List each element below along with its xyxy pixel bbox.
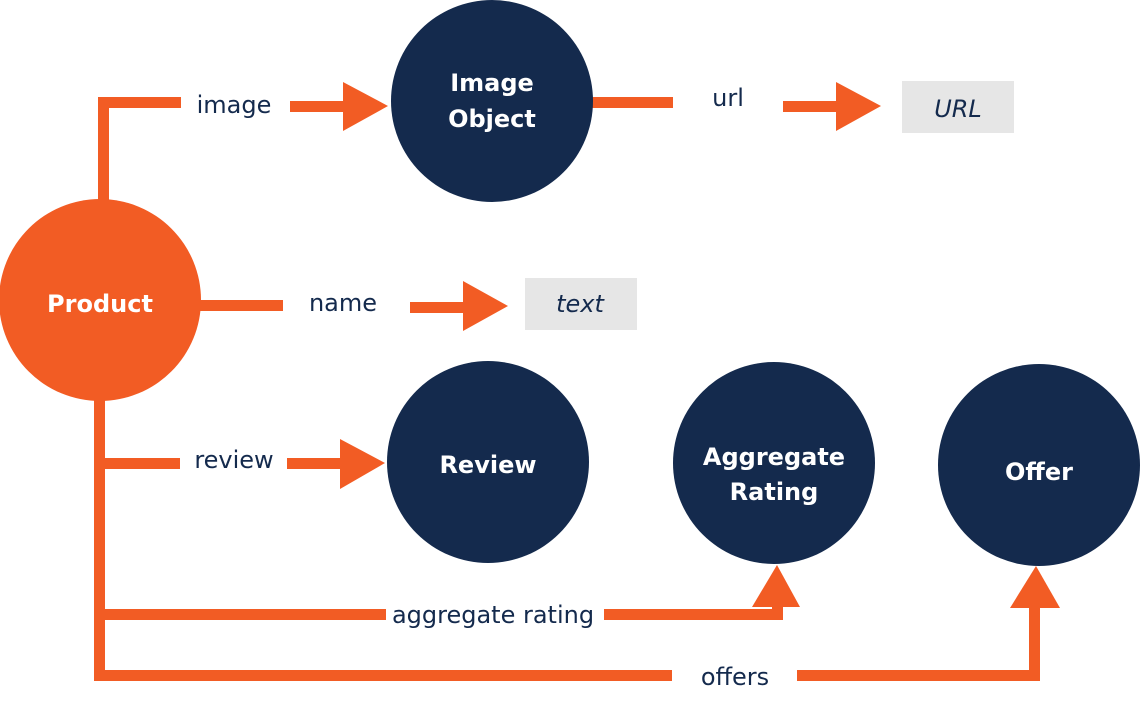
review-label: Review	[439, 451, 536, 479]
edge-label-name: name	[309, 289, 377, 317]
aggregate-rating-label-line2: Rating	[730, 478, 819, 506]
edge-review-line-left	[100, 458, 180, 469]
edge-label-review: review	[194, 446, 273, 474]
edge-label-url: url	[712, 84, 744, 112]
literal-url-label: URL	[934, 95, 982, 123]
edge-review-line-right	[287, 458, 347, 469]
literal-text-label: text	[556, 290, 605, 318]
literal-text[interactable]: text	[525, 278, 637, 330]
node-product[interactable]: Product	[0, 199, 201, 401]
edge-image-line-left	[98, 97, 181, 108]
edge-review-arrowhead	[340, 439, 385, 489]
product-label: Product	[47, 290, 153, 318]
node-image-object[interactable]: Image Object	[391, 0, 593, 202]
edge-name-line-right	[410, 302, 470, 313]
literal-url[interactable]: URL	[902, 81, 1014, 133]
edge-image-arrowhead	[343, 82, 388, 131]
edge-url-line-right	[783, 101, 843, 112]
image-object-label-line1: Image	[450, 69, 534, 97]
edge-image-line-right	[290, 101, 350, 112]
edge-label-offers: offers	[701, 663, 769, 691]
node-aggregate-rating[interactable]: Aggregate Rating	[673, 362, 875, 564]
edge-image-line-vertical	[98, 97, 109, 207]
edge-label-aggregate-rating: aggregate rating	[392, 601, 594, 629]
edge-url-line-left	[590, 97, 673, 108]
edge-name-arrowhead	[463, 281, 508, 331]
edge-aggregate-line-right	[604, 609, 782, 620]
edge-aggregate-line-left	[100, 609, 386, 620]
edge-label-image: image	[197, 91, 272, 119]
offer-label: Offer	[1005, 458, 1073, 486]
edge-name-line-left	[195, 300, 283, 311]
image-object-label-line2: Object	[448, 105, 536, 133]
edge-trunk-vertical	[94, 398, 105, 681]
edge-url-arrowhead	[836, 82, 881, 131]
edge-aggregate-arrowhead	[752, 565, 800, 607]
edge-offers-line-up	[1029, 600, 1040, 681]
schema-diagram: Product Image Object Review Aggregate Ra…	[0, 0, 1140, 691]
edge-offers-line-right	[797, 670, 1040, 681]
edge-offers-arrowhead	[1010, 566, 1060, 608]
node-review[interactable]: Review	[387, 361, 589, 563]
aggregate-rating-label-line1: Aggregate	[703, 443, 845, 471]
image-object-circle	[391, 0, 593, 202]
node-offer[interactable]: Offer	[938, 364, 1140, 566]
edge-offers-line-left	[94, 670, 672, 681]
